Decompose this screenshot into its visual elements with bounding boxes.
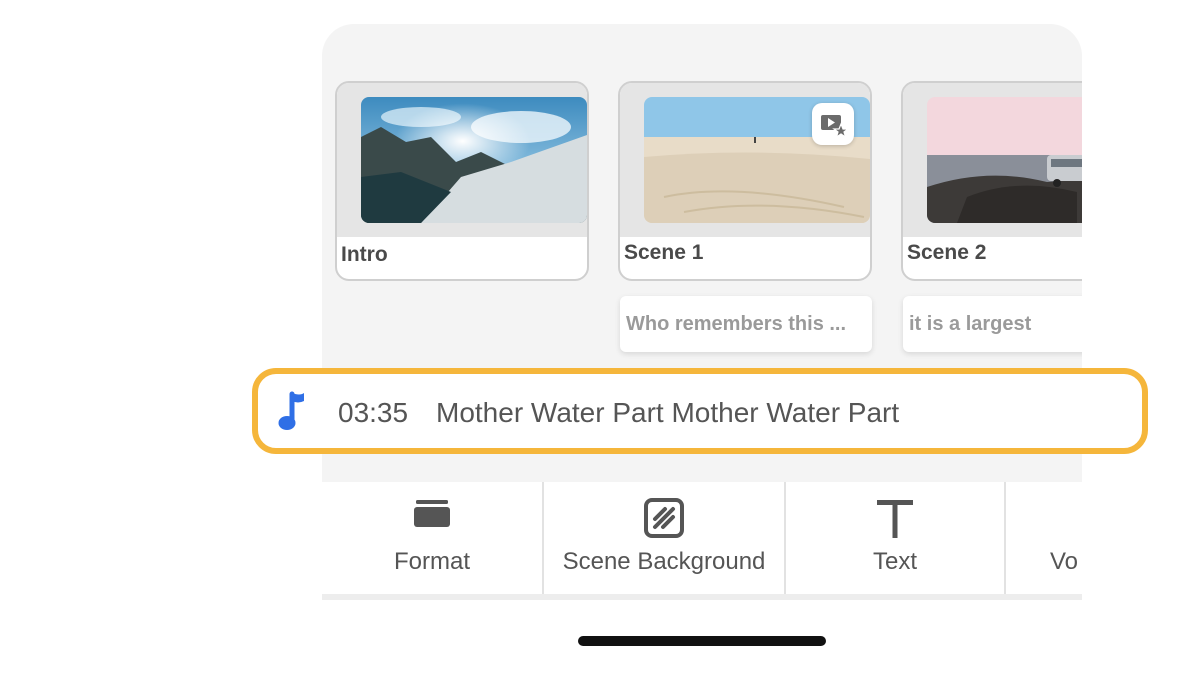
thumbnail-area: [903, 83, 1082, 237]
music-duration: 03:35: [338, 397, 409, 428]
music-track-bar[interactable]: 03:35 Mother Water Part Mother Water Par…: [252, 368, 1148, 454]
text-label: Text: [872, 548, 917, 575]
scene-caption[interactable]: it is a largest: [903, 296, 1082, 352]
thumbnail-area: [337, 83, 587, 237]
home-indicator: [578, 636, 826, 646]
scene-label: Scene 1: [624, 241, 704, 264]
scene-thumbnail: [927, 97, 1082, 223]
scene-card-1[interactable]: Scene 1: [618, 81, 872, 281]
scene-background-label: Scene Background: [562, 548, 766, 575]
bottom-toolbar: Format Scene Background Text Vo: [322, 482, 1082, 594]
editor-panel: Intro Scene 1 Scene 2 Who remembers this…: [322, 24, 1082, 600]
format-icon: [412, 498, 452, 537]
format-label: Format: [393, 548, 470, 575]
scene-caption[interactable]: Who remembers this ...: [620, 296, 872, 352]
toolbar-divider: [322, 594, 1082, 600]
scene-background-icon: [644, 498, 684, 543]
music-title: Mother Water Part Mother Water Part: [436, 397, 900, 428]
scene-label: Intro: [341, 243, 388, 266]
scene-thumbnail: [361, 97, 587, 223]
scene-card-2[interactable]: Scene 2: [901, 81, 1082, 281]
scene-card-intro[interactable]: Intro: [335, 81, 589, 281]
text-icon: [875, 498, 915, 545]
video-star-icon[interactable]: [812, 103, 854, 145]
text-button[interactable]: Text: [786, 482, 1006, 594]
scene-label: Scene 2: [907, 241, 987, 264]
voice-label: Vo: [1050, 548, 1079, 575]
thumbnail-area: [620, 83, 870, 237]
format-button[interactable]: Format: [322, 482, 544, 594]
scene-background-button[interactable]: Scene Background: [544, 482, 786, 594]
music-note-icon: [278, 390, 310, 439]
voice-button[interactable]: Vo: [1006, 482, 1082, 594]
